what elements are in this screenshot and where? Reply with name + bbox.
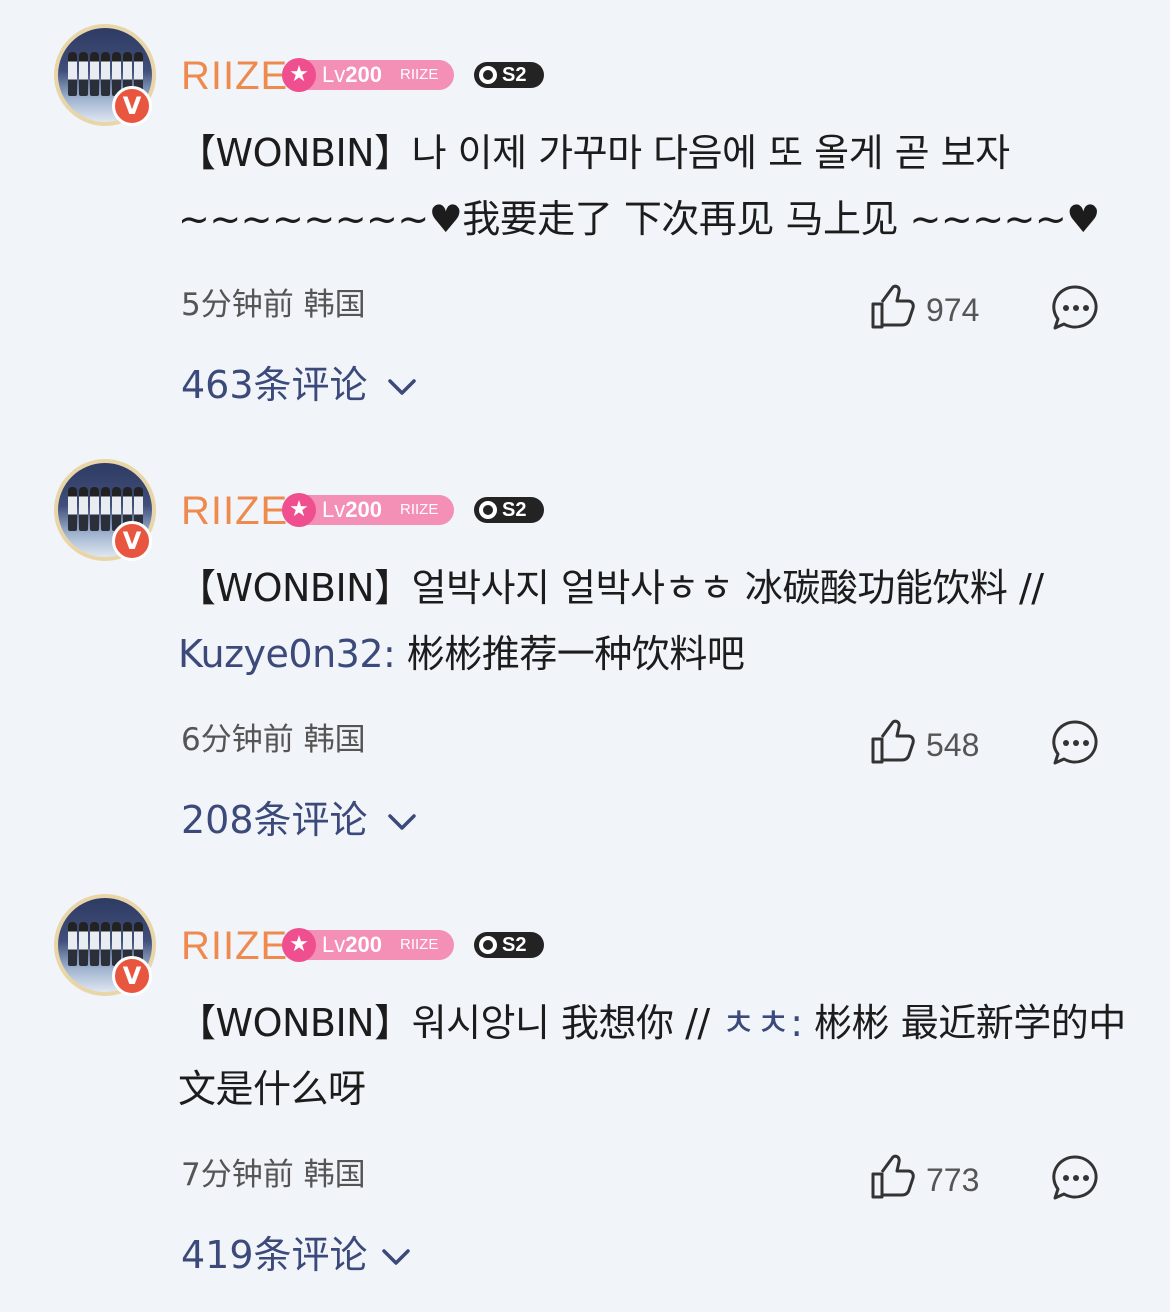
comment-feed: V RIIZE ★ Lv200 RIIZE S2 【WONBIN】나 이제 가꾸… xyxy=(0,0,1170,1312)
username[interactable]: RIIZE xyxy=(181,487,288,535)
chevron-down-icon xyxy=(388,814,416,830)
like-count: 773 xyxy=(926,1162,980,1198)
comment-item: V RIIZE ★ Lv200 RIIZE S2 【WONBIN】워시앙니 我想… xyxy=(0,870,1170,1305)
star-icon: ★ xyxy=(282,928,316,962)
timestamp: 5分钟前 xyxy=(181,287,294,323)
season-badge: S2 xyxy=(474,62,544,88)
comment-bubble-icon[interactable] xyxy=(1050,1153,1100,1203)
comment-text: 【WONBIN】나 이제 가꾸마 다음에 또 올게 곧 보자 ~~~~~~~~♥… xyxy=(178,131,1100,241)
timestamp: 6分钟前 xyxy=(181,722,294,758)
comment-bubble-icon[interactable] xyxy=(1050,283,1100,333)
like-button[interactable]: 974 xyxy=(868,282,998,332)
like-count: 548 xyxy=(926,727,980,763)
mention-link[interactable]: Kuzye0n32: xyxy=(178,632,396,676)
comment-item: V RIIZE ★ Lv200 RIIZE S2 【WONBIN】나 이제 가꾸… xyxy=(0,0,1170,435)
level-badge-brand: RIIZE xyxy=(400,936,439,953)
verified-badge: V xyxy=(112,956,152,996)
verified-badge: V xyxy=(112,521,152,561)
replies-count: 208条评论 xyxy=(181,798,368,842)
level-badge: ★ Lv200 RIIZE xyxy=(282,493,454,527)
location: 韩国 xyxy=(303,1157,366,1193)
comment-text: 【WONBIN】얼박사지 얼박사ㅎㅎ 冰碳酸功能饮料 //Kuzye0n32: … xyxy=(178,566,1044,676)
comment-item: V RIIZE ★ Lv200 RIIZE S2 【WONBIN】얼박사지 얼박… xyxy=(0,435,1170,870)
comment-meta: 5分钟前 韩国 xyxy=(181,285,366,325)
season-badge: S2 xyxy=(474,932,544,958)
level-badge-brand: RIIZE xyxy=(400,501,439,518)
level-badge: ★ Lv200 RIIZE xyxy=(282,928,454,962)
chevron-down-icon xyxy=(382,1249,410,1265)
thumbs-up-icon xyxy=(871,719,915,764)
thumbs-up-icon xyxy=(871,284,915,329)
thumbs-up-icon xyxy=(871,1154,915,1199)
like-count: 974 xyxy=(926,292,980,328)
season-badge: S2 xyxy=(474,497,544,523)
comment-meta: 7分钟前 韩国 xyxy=(181,1155,366,1195)
replies-toggle[interactable]: 208条评论 xyxy=(181,795,416,845)
comment-text: 【WONBIN】워시앙니 我想你 // ㅊㅊ: 彬彬 最近新学的中文是什么呀 xyxy=(178,1001,1126,1111)
location: 韩国 xyxy=(303,287,366,323)
level-badge: ★ Lv200 RIIZE xyxy=(282,58,454,92)
replies-count: 419条评论 xyxy=(181,1233,368,1277)
replies-count: 463条评论 xyxy=(181,363,368,407)
replies-toggle[interactable]: 419条评论 xyxy=(181,1230,410,1280)
verified-badge: V xyxy=(112,86,152,126)
like-button[interactable]: 548 xyxy=(868,717,998,767)
username[interactable]: RIIZE xyxy=(181,922,288,970)
chevron-down-icon xyxy=(388,379,416,395)
comment-meta: 6分钟前 韩国 xyxy=(181,720,366,760)
username[interactable]: RIIZE xyxy=(181,52,288,100)
star-icon: ★ xyxy=(282,58,316,92)
location: 韩国 xyxy=(303,722,366,758)
timestamp: 7分钟前 xyxy=(181,1157,294,1193)
level-badge-brand: RIIZE xyxy=(400,66,439,83)
mention-link[interactable]: ㅊㅊ: xyxy=(721,1001,803,1045)
comment-bubble-icon[interactable] xyxy=(1050,718,1100,768)
replies-toggle[interactable]: 463条评论 xyxy=(181,360,416,410)
star-icon: ★ xyxy=(282,493,316,527)
like-button[interactable]: 773 xyxy=(868,1152,998,1202)
